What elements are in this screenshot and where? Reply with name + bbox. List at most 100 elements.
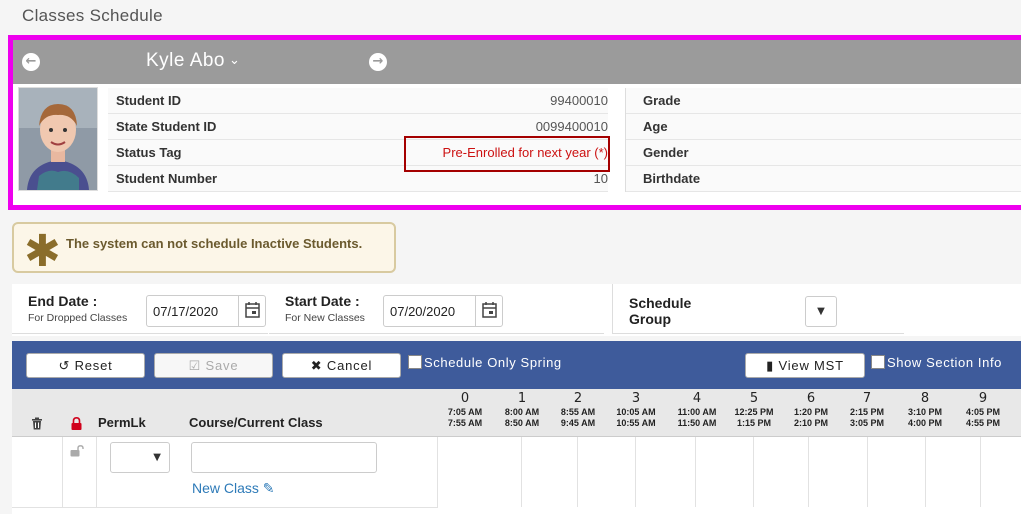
schedule-only-spring-label: Schedule Only Spring: [424, 355, 562, 370]
period-number: 0: [460, 391, 470, 406]
period-end: 3:05 PM: [849, 418, 884, 428]
column-divider: [808, 437, 809, 507]
show-section-info-checkbox[interactable]: Show Section Info: [871, 355, 1002, 370]
permlk-select[interactable]: ▼: [110, 442, 170, 473]
period-end: 4:00 PM: [907, 418, 942, 428]
end-date-input[interactable]: 07/17/2020: [146, 295, 266, 327]
period-start: 8:00 AM: [504, 407, 540, 417]
schedule-group-label-line1: Schedule: [629, 295, 692, 311]
period-number: 4: [692, 391, 702, 406]
new-class-label: New Class: [192, 480, 259, 496]
period-end: 1:15 PM: [736, 418, 771, 428]
cancel-button[interactable]: ✖ Cancel: [282, 353, 401, 378]
end-date-value: 07/17/2020: [153, 304, 219, 319]
birthdate-label: Birthdate: [643, 171, 701, 186]
column-divider: [437, 437, 438, 507]
end-date-group: End Date : For Dropped Classes 07/17/202…: [12, 284, 268, 334]
period-end: 2:10 PM: [793, 418, 828, 428]
period-start: 10:05 AM: [616, 407, 656, 417]
age-row: Age: [626, 114, 1021, 140]
period-8-header: 8 3:10 PM 4:00 PM: [896, 391, 954, 429]
view-mst-button[interactable]: ▮ View MST: [745, 353, 865, 378]
trash-icon[interactable]: [31, 415, 43, 434]
page: Classes Schedule ← Kyle Abo ⌄ → Student …: [0, 0, 1021, 514]
grade-label: Grade: [643, 93, 681, 108]
reset-label: Reset: [74, 358, 113, 373]
schedule-table: PermLk Course/Current Class 0 7:05 AM 7:…: [12, 389, 1021, 514]
end-date-label: End Date :: [28, 293, 98, 309]
gender-row: Gender: [626, 140, 1021, 166]
period-number: 1: [517, 391, 527, 406]
column-divider: [635, 437, 636, 507]
column-divider: [925, 437, 926, 507]
column-divider: [753, 437, 754, 507]
next-student-icon[interactable]: →: [369, 53, 387, 71]
schedule-only-spring-checkbox[interactable]: Schedule Only Spring: [408, 355, 562, 370]
period-number: 3: [631, 391, 641, 406]
student-name-dropdown[interactable]: Kyle Abo ⌄: [146, 50, 240, 72]
age-label: Age: [643, 119, 668, 134]
column-divider: [867, 437, 868, 507]
period-start: 11:00 AM: [677, 407, 717, 417]
page-title: Classes Schedule: [22, 6, 163, 25]
period-4-header: 4 11:00 AM 11:50 AM: [668, 391, 726, 429]
period-start: 2:15 PM: [849, 407, 884, 417]
period-number: 8: [920, 391, 930, 406]
course-header: Course/Current Class: [189, 415, 323, 430]
period-number: 9: [978, 391, 988, 406]
chevron-down-icon: ⌄: [229, 52, 241, 67]
save-button[interactable]: ☑ Save: [154, 353, 273, 378]
row-divider: [12, 507, 438, 508]
period-9-header: 9 4:05 PM 4:55 PM: [954, 391, 1012, 429]
new-class-link[interactable]: New Class ✎: [192, 480, 275, 497]
column-divider: [695, 437, 696, 507]
status-tag-label: Status Tag: [116, 145, 182, 160]
period-6-header: 6 1:20 PM 2:10 PM: [782, 391, 840, 429]
permlk-header: PermLk: [98, 415, 146, 430]
grade-row: Grade: [626, 88, 1021, 114]
alert-message: The system can not schedule Inactive Stu…: [66, 236, 363, 251]
period-end: 9:45 AM: [560, 418, 596, 428]
period-end: 4:55 PM: [965, 418, 1000, 428]
state-student-id-label: State Student ID: [116, 119, 217, 134]
unlock-icon[interactable]: [70, 445, 84, 460]
period-5-header: 5 12:25 PM 1:15 PM: [725, 391, 783, 429]
period-1-header: 1 8:00 AM 8:50 AM: [493, 391, 551, 429]
start-date-value: 07/20/2020: [390, 304, 456, 319]
period-2-header: 2 8:55 AM 9:45 AM: [549, 391, 607, 429]
period-start: 1:20 PM: [793, 407, 828, 417]
period-start: 12:25 PM: [734, 407, 774, 417]
reset-button[interactable]: ↺ Reset: [26, 353, 145, 378]
start-date-input[interactable]: 07/20/2020: [383, 295, 503, 327]
period-start: 3:10 PM: [907, 407, 942, 417]
course-input[interactable]: [191, 442, 377, 473]
period-number: 2: [573, 391, 583, 406]
period-end: 11:50 AM: [677, 418, 717, 428]
column-divider: [577, 437, 578, 507]
student-photo: [18, 87, 98, 191]
column-divider: [96, 437, 97, 507]
period-end: 8:50 AM: [504, 418, 540, 428]
gender-label: Gender: [643, 145, 689, 160]
date-row: End Date : For Dropped Classes 07/17/202…: [12, 284, 1021, 336]
schedule-group-select[interactable]: ▼: [805, 296, 837, 327]
period-7-header: 7 2:15 PM 3:05 PM: [838, 391, 896, 429]
schedule-toolbar: ↺ Reset ☑ Save ✖ Cancel Schedule Only Sp…: [12, 341, 1021, 389]
lock-icon: [71, 415, 82, 434]
period-end: 10:55 AM: [616, 418, 656, 428]
student-card: ← Kyle Abo ⌄ → Student ID 99400010 State…: [8, 35, 1021, 210]
previous-student-icon[interactable]: ←: [22, 53, 40, 71]
inactive-student-alert: ✱ The system can not schedule Inactive S…: [12, 222, 396, 274]
period-number: 6: [806, 391, 816, 406]
edit-icon: ✎: [262, 480, 275, 496]
period-0-header: 0 7:05 AM 7:55 AM: [436, 391, 494, 429]
calendar-icon[interactable]: [475, 296, 502, 326]
student-number-label: Student Number: [116, 171, 218, 186]
view-mst-label: View MST: [778, 358, 844, 373]
end-date-sublabel: For Dropped Classes: [28, 312, 128, 324]
calendar-icon[interactable]: [238, 296, 265, 326]
save-label: Save: [205, 358, 239, 373]
column-divider: [980, 437, 981, 507]
period-start: 7:05 AM: [447, 407, 483, 417]
cancel-label: Cancel: [326, 358, 373, 373]
